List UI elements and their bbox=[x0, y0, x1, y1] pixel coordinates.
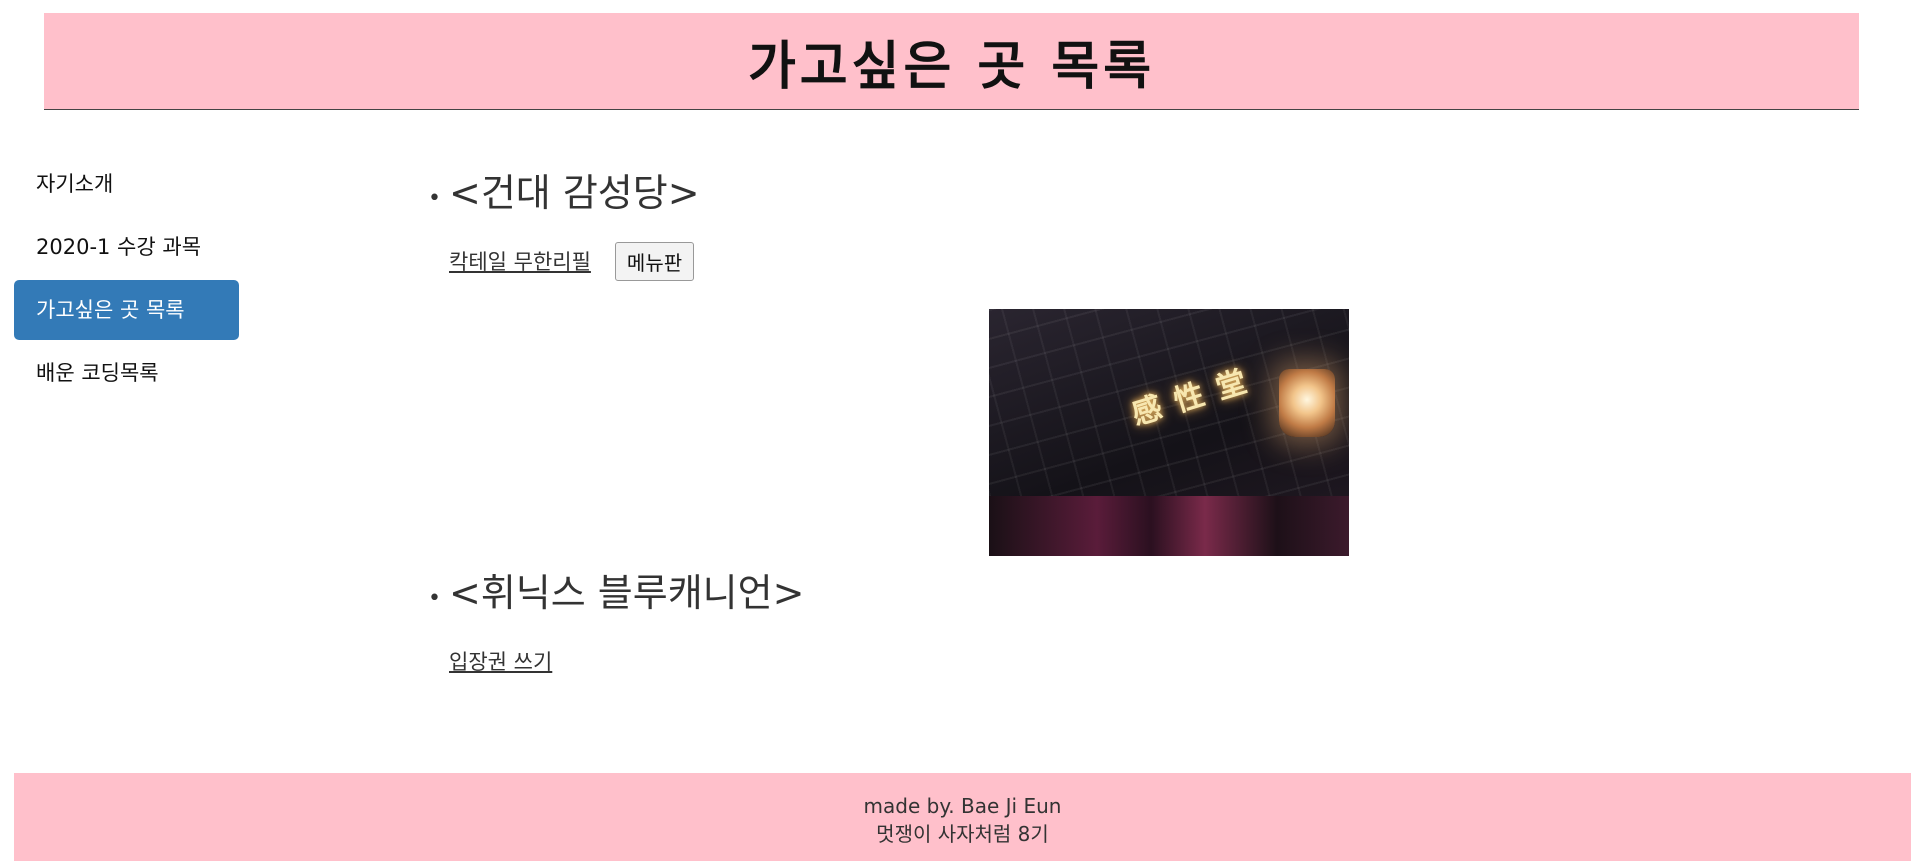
page-title: 가고싶은 곳 목록 bbox=[747, 36, 1156, 97]
sidebar-nav: 자기소개 2020-1 수강 과목 가고싶은 곳 목록 배운 코딩목록 bbox=[14, 154, 239, 406]
place-photo: 感性堂 bbox=[989, 309, 1349, 556]
place-links: 입장권 쓰기 bbox=[420, 642, 1820, 680]
sidebar-item-places[interactable]: 가고싶은 곳 목록 bbox=[14, 280, 239, 340]
place-item: • <건대 감성당> 칵테일 무한리필 메뉴판 感性堂 bbox=[420, 170, 1820, 556]
photo-shopfront bbox=[989, 496, 1349, 556]
lantern-icon bbox=[1279, 369, 1335, 437]
main-content: • <건대 감성당> 칵테일 무한리필 메뉴판 感性堂 • <휘닉스 블루캐니언… bbox=[420, 170, 1820, 674]
place-item: • <휘닉스 블루캐니언> 입장권 쓰기 bbox=[420, 570, 1820, 680]
place-links: 칵테일 무한리필 메뉴판 bbox=[420, 241, 1820, 281]
page-header: 가고싶은 곳 목록 bbox=[44, 13, 1859, 110]
cocktail-link[interactable]: 칵테일 무한리필 bbox=[449, 246, 591, 276]
place-title: • <휘닉스 블루캐니언> bbox=[420, 570, 1820, 616]
footer-credit: made by. Bae Ji Eun bbox=[863, 794, 1062, 818]
footer-group: 멋쟁이 사자처럼 8기 bbox=[876, 822, 1049, 846]
ticket-link[interactable]: 입장권 쓰기 bbox=[449, 646, 552, 676]
sidebar-item-courses[interactable]: 2020-1 수강 과목 bbox=[14, 217, 239, 277]
list-bullet: • bbox=[428, 186, 441, 211]
place-title: • <건대 감성당> bbox=[420, 170, 1820, 216]
menu-button[interactable]: 메뉴판 bbox=[614, 241, 695, 281]
place-title-text: <휘닉스 블루캐니언> bbox=[449, 571, 805, 615]
list-bullet: • bbox=[428, 586, 441, 611]
place-title-text: <건대 감성당> bbox=[449, 171, 700, 215]
page-footer: made by. Bae Ji Eun 멋쟁이 사자처럼 8기 bbox=[14, 773, 1911, 861]
sidebar-item-coding[interactable]: 배운 코딩목록 bbox=[14, 343, 239, 403]
sidebar-item-introduction[interactable]: 자기소개 bbox=[14, 154, 239, 214]
